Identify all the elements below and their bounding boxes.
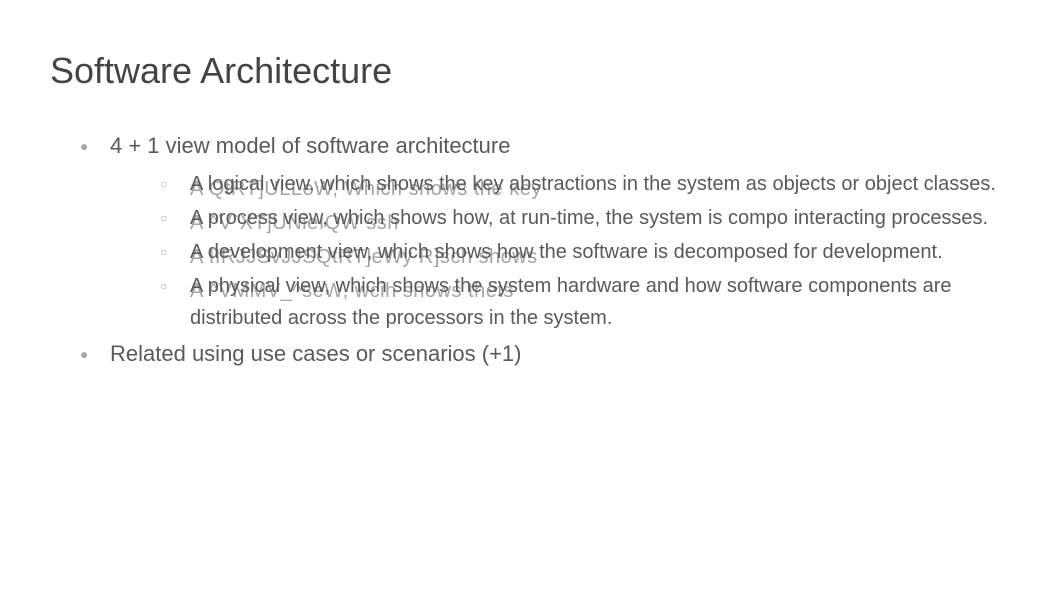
- text-content: A physical view, which shows the system …: [190, 275, 951, 329]
- bullet-sub-2: A process view, which shows how, at run-…: [160, 202, 1012, 234]
- bullet-main-1: 4 + 1 view model of software architectur…: [80, 130, 1012, 334]
- bullet-list-level2: A logical view, which shows the key abst…: [110, 168, 1012, 334]
- bullet-sub-4: A physical view, which shows the system …: [160, 270, 1012, 334]
- page-title: Software Architecture: [50, 50, 1012, 92]
- bullet-text: A process view, which shows how, at run-…: [190, 207, 988, 229]
- bullet-text: A logical view, which shows the key abst…: [190, 173, 996, 195]
- text-content: A logical view, which shows the key abst…: [190, 173, 996, 195]
- text-content: A development view, which shows how the …: [190, 241, 943, 263]
- bullet-sub-3: A development view, which shows how the …: [160, 236, 1012, 268]
- bullet-sub-1: A logical view, which shows the key abst…: [160, 168, 1012, 200]
- bullet-list-level1: 4 + 1 view model of software architectur…: [80, 130, 1012, 370]
- bullet-text: A physical view, which shows the system …: [190, 275, 951, 329]
- bullet-text: Related using use cases or scenarios (+1…: [110, 341, 522, 366]
- bullet-text: A development view, which shows how the …: [190, 241, 943, 263]
- text-content: A process view, which shows how, at run-…: [190, 207, 988, 229]
- content-area: 4 + 1 view model of software architectur…: [50, 130, 1012, 370]
- bullet-text: 4 + 1 view model of software architectur…: [110, 133, 510, 158]
- bullet-main-2: Related using use cases or scenarios (+1…: [80, 338, 1012, 370]
